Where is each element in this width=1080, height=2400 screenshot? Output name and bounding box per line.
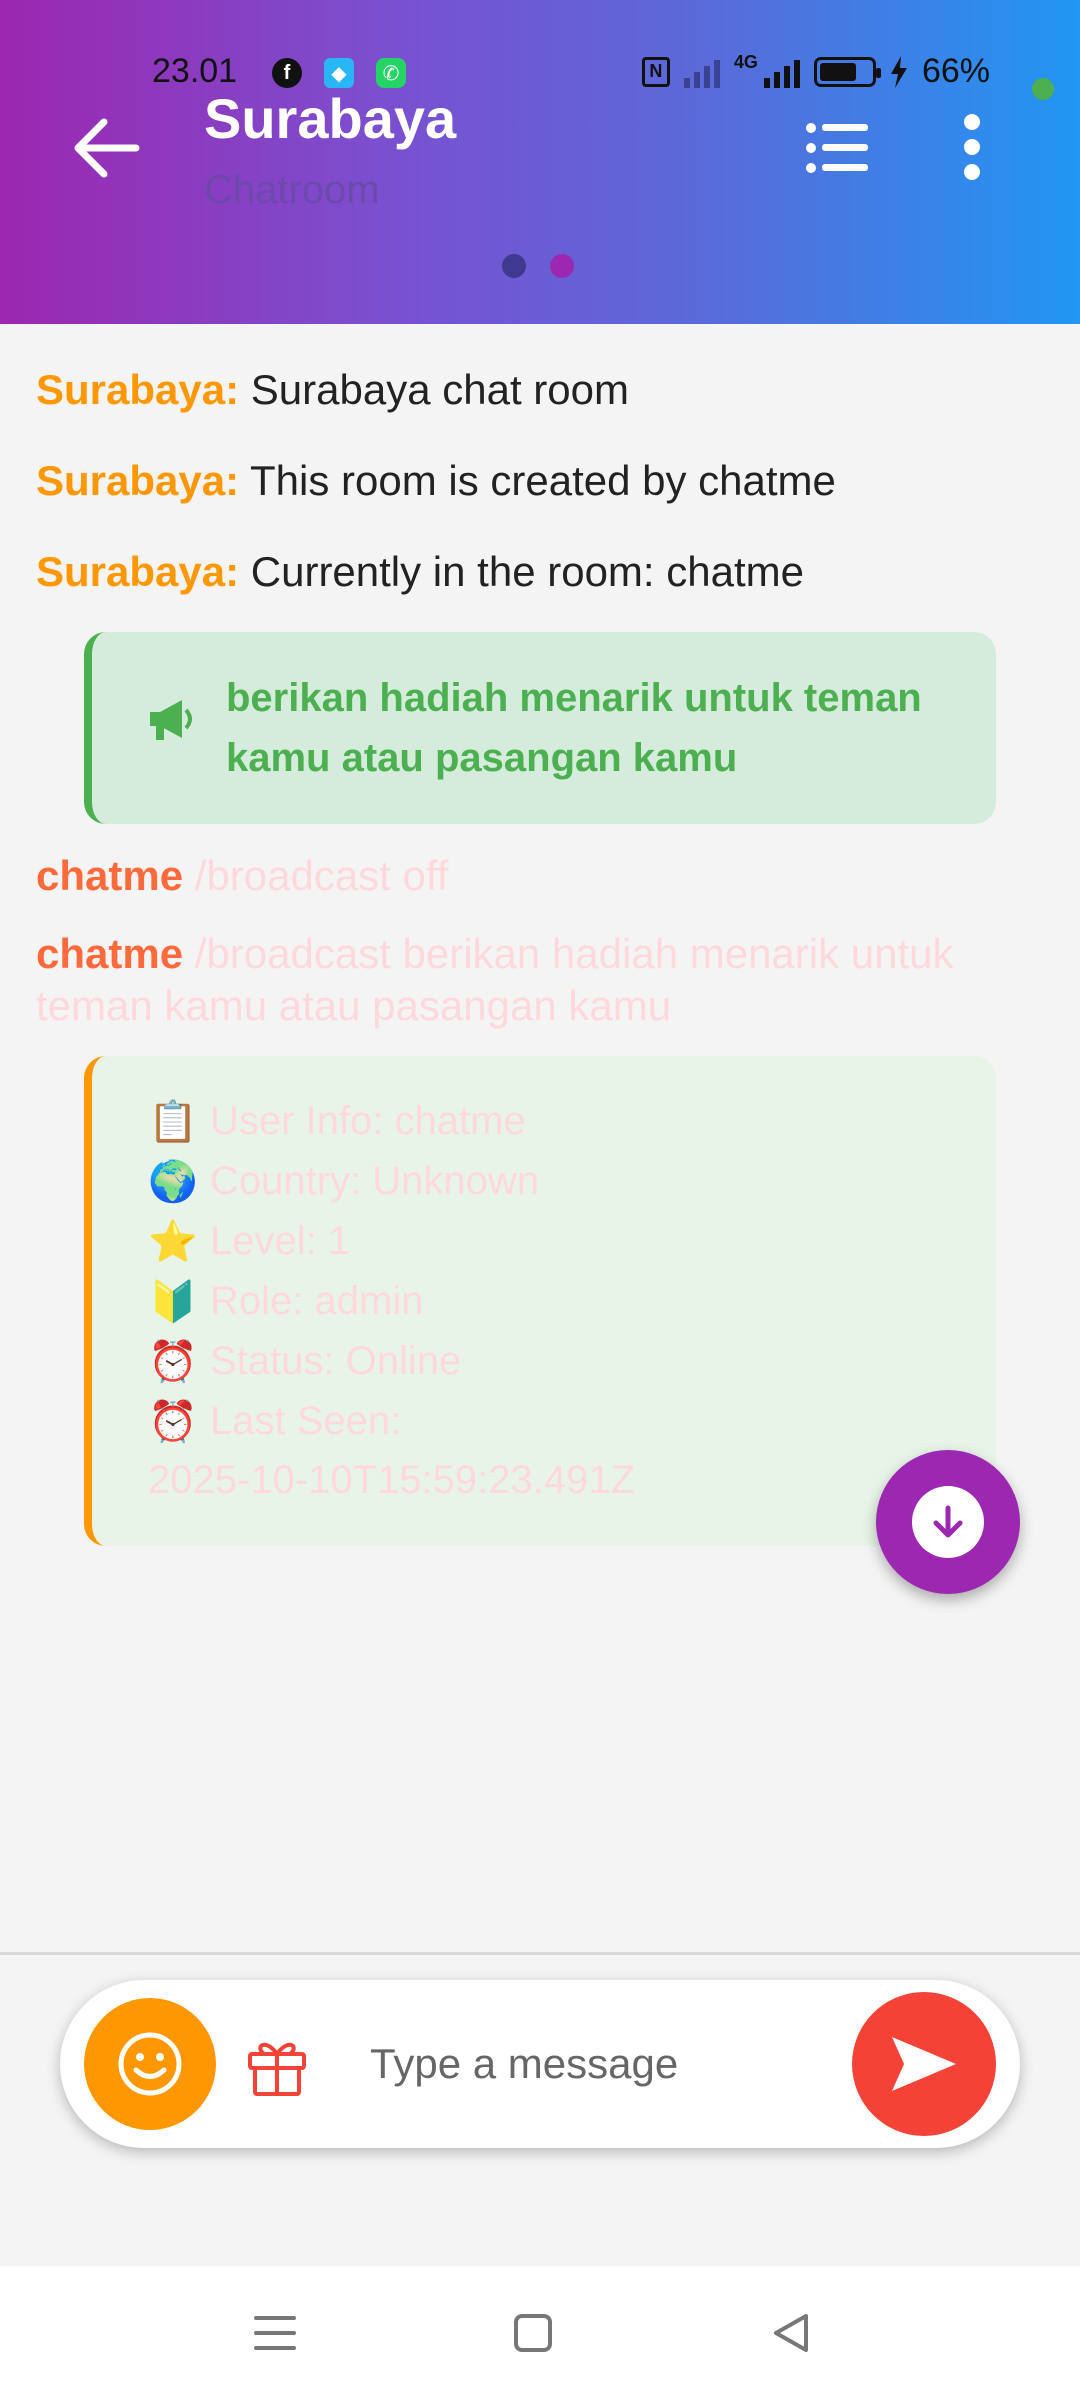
message-text: Currently in the room: chatme [239,548,804,595]
list-icon [806,123,868,173]
system-message: Surabaya: This room is created by chatme [36,457,836,505]
system-message: Surabaya: Currently in the room: chatme [36,548,804,596]
battery-icon [813,56,881,87]
page-dot[interactable] [502,254,526,278]
more-options-button[interactable] [954,114,990,180]
last-seen-date: 2025-10-10T15:59:23.491Z [148,1458,636,1502]
message-sender[interactable]: chatme [36,852,183,899]
divider [0,1952,1080,1955]
info-text: User Info: chatme [210,1099,526,1143]
status-bar: 23.01 f ◆ ✆ N 4G 66% [0,48,1080,100]
page-subtitle: Chatroom [204,168,380,212]
globe-icon: 🌍 [148,1160,198,1204]
beginner-badge-icon: 🔰 [148,1280,198,1324]
alarm-clock-icon: ⏰ [148,1400,198,1444]
info-row-role: 🔰 Role: admin [148,1278,423,1325]
status-indicators: N 4G 66% [641,52,990,91]
phone-icon: ✆ [376,58,406,88]
menu-icon [254,2316,296,2350]
info-text: Role: admin [210,1279,424,1323]
info-text: Last Seen: [210,1399,402,1443]
system-message: Surabaya: Surabaya chat room [36,366,629,414]
info-text: Level: 1 [210,1219,351,1263]
nav-home-button[interactable] [508,2308,558,2358]
info-row-last-seen: ⏰ Last Seen: [148,1398,401,1445]
message-text: /broadcast off [183,852,449,899]
arrow-down-icon [933,1505,963,1538]
page-indicator [502,254,574,278]
network-type-label: 4G [733,52,758,72]
nfc-icon: N [641,56,670,87]
star-icon: ⭐ [148,1220,198,1264]
gift-button[interactable] [246,2034,308,2098]
smiley-icon [118,2032,182,2096]
game-app-icon: ◆ [324,58,354,88]
page-dot-active[interactable] [550,254,574,278]
facebook-icon: f [272,58,302,88]
charging-icon [890,55,907,88]
megaphone-icon [150,700,192,740]
info-row-level: ⭐ Level: 1 [148,1218,350,1265]
chat-header: 23.01 f ◆ ✆ N 4G 66% Surabaya Chatroom [0,0,1080,324]
message-composer [60,1980,1020,2148]
user-info-card: 📋 User Info: chatme 🌍 Country: Unknown ⭐… [84,1056,996,1546]
square-icon [514,2314,552,2352]
more-vert-icon [964,114,980,130]
arrow-left-icon [74,118,140,178]
nav-menu-button[interactable] [250,2308,300,2358]
battery-percent: 66% [921,52,990,90]
chat-message: chatme /broadcast berikan hadiah menarik… [36,928,996,1032]
system-nav-bar [0,2266,1080,2400]
signal-icon [763,56,800,88]
triangle-back-icon [774,2314,808,2352]
info-text: Status: Online [210,1339,462,1383]
nav-back-button[interactable] [766,2308,816,2358]
info-row-status: ⏰ Status: Online [148,1338,461,1385]
page-title: Surabaya [204,87,457,150]
alarm-clock-icon: ⏰ [148,1340,198,1384]
back-button[interactable] [74,118,140,178]
info-row-country: 🌍 Country: Unknown [148,1158,539,1205]
chat-message: chatme /broadcast off [36,850,996,902]
message-sender[interactable]: chatme [36,930,183,977]
signal-icon [683,56,720,88]
message-text: Surabaya chat room [239,366,629,413]
broadcast-text: berikan hadiah menarik untuk teman kamu … [226,676,922,780]
send-icon [892,2037,956,2091]
emoji-button[interactable] [84,1998,216,2130]
send-button[interactable] [852,1992,996,2136]
user-list-button[interactable] [806,120,870,176]
info-text: Country: Unknown [210,1159,540,1203]
message-sender: Surabaya: [36,548,240,595]
clipboard-icon: 📋 [148,1100,198,1144]
message-sender: Surabaya: [36,366,240,413]
info-row-user: 📋 User Info: chatme [148,1098,526,1145]
message-input[interactable] [370,2024,870,2104]
gift-icon [248,2042,306,2096]
message-sender: Surabaya: [36,457,240,504]
privacy-indicator-dot [1032,78,1054,100]
scroll-to-bottom-button[interactable] [876,1450,1020,1594]
broadcast-card: berikan hadiah menarik untuk teman kamu … [84,632,996,824]
message-text: This room is created by chatme [239,457,836,504]
